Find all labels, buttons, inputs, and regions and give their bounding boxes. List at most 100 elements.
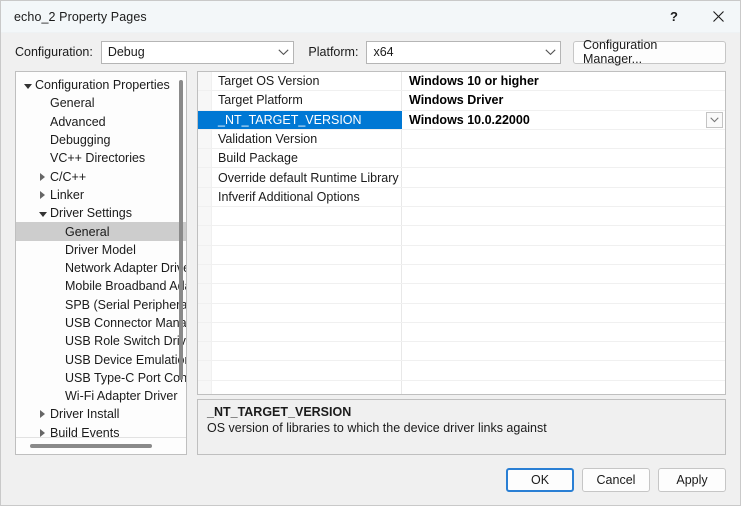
close-icon[interactable] [696,1,740,32]
property-row-gutter [198,91,212,110]
chevron-right-icon[interactable] [35,410,50,419]
chevron-right-icon[interactable] [35,428,50,437]
property-tree-pane: Configuration Properties General Advanced D… [15,71,187,455]
property-name-empty [212,303,402,322]
title-bar-buttons: ? [652,1,740,32]
property-row-gutter [198,129,212,149]
property-row[interactable]: Override default Runtime Library [198,168,725,188]
property-row-empty [198,284,725,304]
tree-item-label: USB Type-C Port Controller [65,370,186,385]
property-row-empty [198,226,725,246]
help-icon[interactable]: ? [652,1,696,32]
tree-horizontal-scrollbar[interactable] [16,437,186,454]
configuration-label: Configuration: [15,45,93,59]
tree-item-label: USB Role Switch Driver [65,334,186,349]
tree-item-spb-serial-peripheral-bus[interactable]: SPB (Serial Peripheral Bus) [16,296,186,314]
property-row-empty [198,342,725,362]
description-text: OS version of libraries to which the dev… [207,421,547,435]
property-name: Infverif Additional Options [212,187,402,207]
property-name-empty [212,342,402,361]
property-name: Validation Version [212,129,402,149]
tree-item-general[interactable]: General [16,222,186,241]
title-bar: echo_2 Property Pages ? [1,1,740,33]
tree-item-build-events[interactable]: Build Events [16,424,186,437]
property-value[interactable] [402,130,725,148]
description-panel: _NT_TARGET_VERSION OS version of librari… [197,399,726,455]
tree-item-label: Wi-Fi Adapter Driver [65,389,178,404]
tree-item-label: General [65,224,110,239]
tree-item-label: USB Connector Manager [65,316,186,330]
property-row[interactable]: Validation Version [198,129,725,150]
property-grid: Target OS Version Windows 10 or higher Tar… [197,71,726,395]
tree-item-usb-connector-manager[interactable]: USB Connector Manager [16,314,186,332]
tree-item-label: VC++ Directories [50,151,146,166]
tree-item-c-c[interactable]: C/C++ [16,167,186,185]
configuration-manager-button[interactable]: Configuration Manager... [573,38,727,66]
property-row-gutter [198,303,212,322]
chevron-down-icon [273,48,293,56]
property-value-empty [402,342,725,360]
property-value-dropdown-button[interactable] [706,111,723,128]
property-row-gutter [198,284,212,303]
property-value[interactable] [402,168,725,186]
tree-item-wi-fi-adapter-driver[interactable]: Wi-Fi Adapter Driver [16,387,186,405]
triangle-down [23,83,32,89]
property-row-gutter [198,380,212,394]
tree-item-driver-settings[interactable]: Driver Settings [16,204,186,222]
chevron-right-icon[interactable] [35,172,50,181]
tree-item-usb-device-emulation[interactable]: USB Device Emulation [16,350,186,368]
tree-items: Configuration Properties General Advanced D… [16,72,186,437]
tree-item-label: Driver Install [50,407,120,422]
chevron-right-icon[interactable] [35,190,50,199]
tree-item-driver-install[interactable]: Driver Install [16,405,186,423]
property-name-empty [212,284,402,303]
tree-item-vc-directories[interactable]: VC++ Directories [16,149,186,167]
close-x-svg [712,11,724,22]
tree-item-usb-type-c-port-controller[interactable]: USB Type-C Port Controller [16,369,186,387]
tree-item-network-adapter-driver[interactable]: Network Adapter Driver [16,259,186,277]
chevron-down-icon [540,48,560,56]
tree-item-label: SPB (Serial Peripheral Bus) [65,297,186,312]
tree-item-driver-model[interactable]: Driver Model [16,241,186,259]
chevron-down-icon[interactable] [35,210,50,217]
tree-item-label: Linker [50,187,85,202]
tree-item-label: Advanced [50,114,106,129]
tree-item-advanced[interactable]: Advanced [16,113,186,131]
platform-select[interactable]: x64 [366,40,561,64]
configuration-select[interactable]: Debug [100,40,295,64]
tree-vertical-scrollbar-thumb[interactable] [179,80,183,380]
tree-item-label: Mobile Broadband Adapter [65,279,186,294]
tree-item-linker[interactable]: Linker [16,186,186,204]
property-value-empty [402,304,725,322]
dialog-footer: OK Cancel Apply [1,455,740,505]
property-row-empty [198,322,725,343]
tree-item-configuration-properties[interactable]: Configuration Properties [16,76,186,94]
property-value[interactable]: Windows Driver [402,91,725,109]
tree-item-label: Driver Settings [50,206,132,221]
tree-item-general[interactable]: General [16,94,186,112]
property-row-gutter [198,361,212,380]
apply-button[interactable]: Apply [658,468,726,492]
property-value-empty [402,381,725,394]
property-row-empty [198,264,725,285]
property-value[interactable] [402,188,725,206]
cancel-button[interactable]: Cancel [582,468,650,492]
dialog-title: echo_2 Property Pages [14,9,147,24]
property-row[interactable]: Build Package [198,149,725,169]
tree-item-debugging[interactable]: Debugging [16,131,186,149]
property-value[interactable] [402,149,725,167]
ok-button[interactable]: OK [506,468,574,492]
tree-item-mobile-broadband-adapter[interactable]: Mobile Broadband Adapter [16,277,186,295]
tree-horizontal-scrollbar-thumb[interactable] [30,444,152,448]
triangle-right [40,428,45,437]
chevron-down-icon[interactable] [20,82,35,89]
tree-vertical-scrollbar[interactable] [176,74,185,435]
property-row[interactable]: Target Platform Windows Driver [198,91,725,111]
property-row[interactable]: Target OS Version Windows 10 or higher [198,72,725,92]
tree-item-usb-role-switch-driver[interactable]: USB Role Switch Driver [16,332,186,350]
configuration-value: Debug [107,45,145,59]
property-row[interactable]: Infverif Additional Options [198,187,725,208]
property-value[interactable]: Windows 10 or higher [402,72,725,90]
property-value[interactable]: Windows 10.0.22000 [402,111,725,129]
property-row[interactable]: _NT_TARGET_VERSION Windows 10.0.22000 [198,110,725,130]
